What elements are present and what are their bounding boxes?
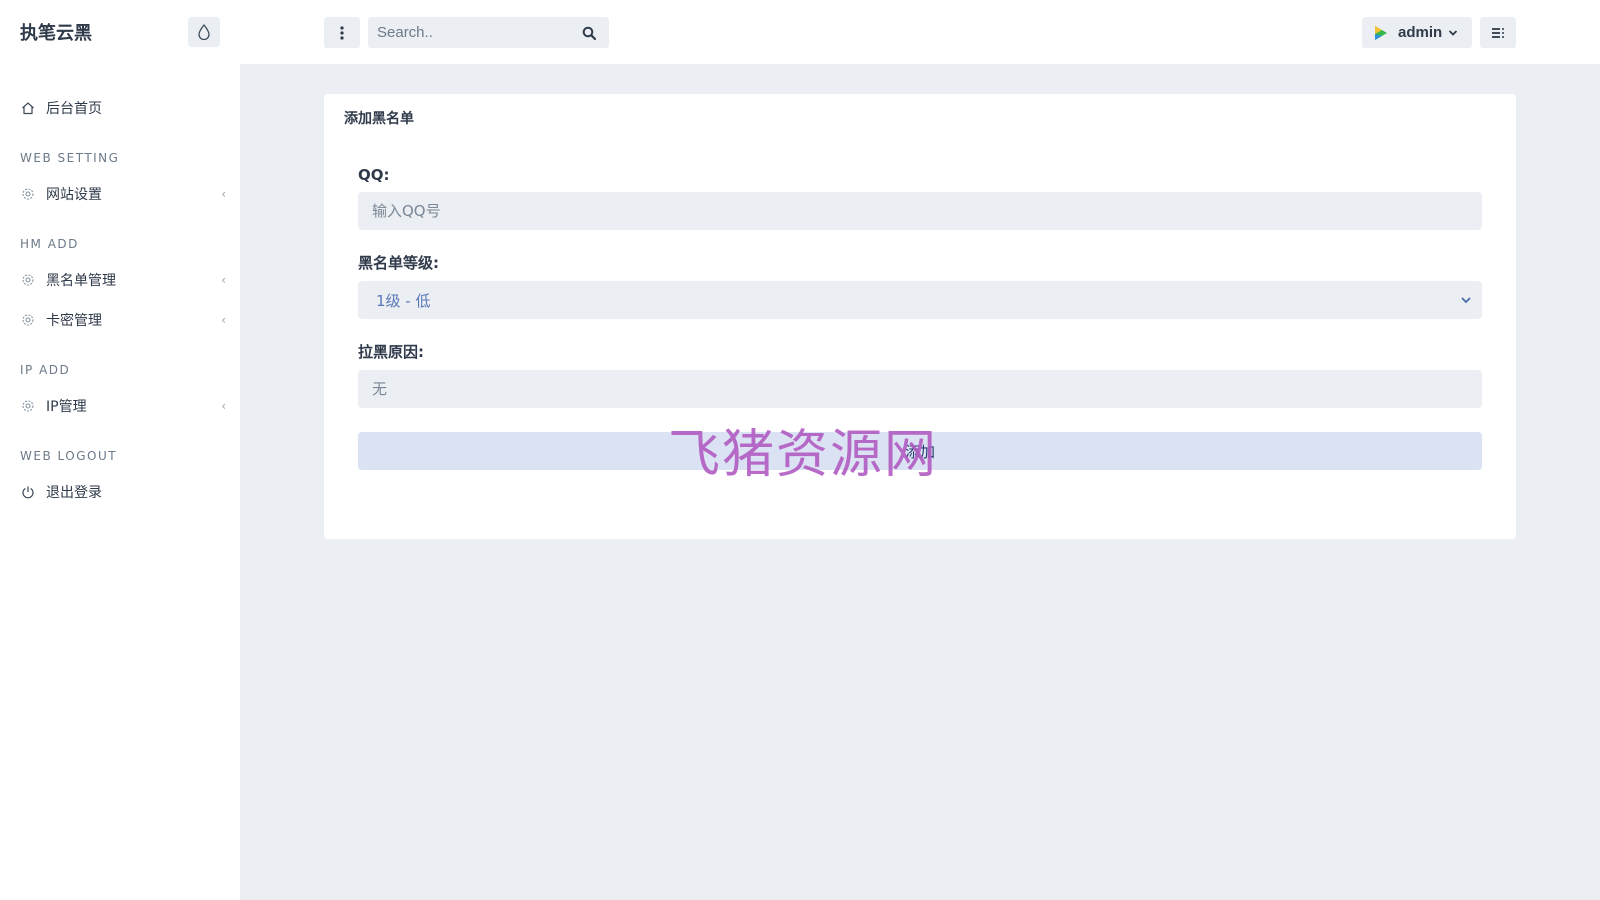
sidebar-heading-web-logout: WEB LOGOUT	[20, 449, 118, 463]
avatar	[1375, 25, 1387, 40]
reason-input[interactable]	[358, 370, 1482, 408]
level-select[interactable]: 1级 - 低	[358, 281, 1482, 319]
card-title: 添加黑名单	[344, 111, 414, 127]
sidebar-item-logout[interactable]: 退出登录	[0, 472, 240, 512]
chevron-down-icon	[1449, 29, 1458, 36]
gear-icon	[20, 272, 36, 288]
level-label: 黑名单等级:	[358, 254, 439, 272]
qq-label: QQ:	[358, 166, 390, 184]
sidebar-item-site-settings[interactable]: 网站设置 ‹	[0, 174, 240, 214]
user-name: admin	[1398, 24, 1443, 41]
theme-toggle-button[interactable]	[188, 17, 220, 47]
sidebar-item-label: 后台首页	[46, 101, 102, 117]
add-blacklist-card: 添加黑名单 QQ: 黑名单等级: 1级 - 低 拉黑原因: 添加	[324, 94, 1516, 539]
add-button[interactable]: 添加	[358, 432, 1482, 470]
add-blacklist-form: QQ: 黑名单等级: 1级 - 低 拉黑原因: 添加	[324, 166, 1516, 470]
level-selected-value: 1级 - 低	[376, 291, 431, 310]
search-icon[interactable]	[573, 26, 605, 40]
gear-icon	[20, 398, 36, 414]
sidebar-item-label: 网站设置	[46, 187, 102, 203]
reason-label: 拉黑原因:	[358, 343, 424, 361]
vertical-dots-icon	[340, 25, 344, 40]
chevron-down-icon	[1461, 297, 1471, 304]
sidebar: 执笔云黑 后台首页 WEB SETTING 网站设置 ‹ HM ADD 黑名单管…	[0, 0, 240, 900]
top-header: admin	[240, 0, 1600, 64]
more-options-button[interactable]	[324, 17, 360, 48]
sidebar-item-home[interactable]: 后台首页	[0, 88, 240, 128]
sidebar-item-ip-management[interactable]: IP管理 ‹	[0, 386, 240, 426]
chevron-left-icon: ‹	[221, 313, 226, 327]
sidebar-item-label: IP管理	[46, 399, 87, 415]
brand-row: 执笔云黑	[0, 0, 240, 64]
sidebar-item-label: 卡密管理	[46, 313, 102, 329]
sidebar-heading-ip-add: IP ADD	[20, 363, 71, 377]
chevron-left-icon: ‹	[221, 187, 226, 201]
sidebar-item-card-keys[interactable]: 卡密管理 ‹	[0, 300, 240, 340]
sidebar-item-blacklist[interactable]: 黑名单管理 ‹	[0, 260, 240, 300]
qq-input[interactable]	[358, 192, 1482, 230]
gear-icon	[20, 186, 36, 202]
sidebar-item-label: 退出登录	[46, 485, 102, 501]
user-menu-button[interactable]: admin	[1362, 17, 1472, 48]
sidebar-nav: 后台首页 WEB SETTING 网站设置 ‹ HM ADD 黑名单管理 ‹ 卡…	[0, 64, 240, 512]
droplet-icon	[198, 24, 210, 40]
chevron-left-icon: ‹	[221, 399, 226, 413]
power-icon	[20, 484, 36, 500]
sidebar-heading-hm-add: HM ADD	[20, 237, 79, 251]
chevron-left-icon: ‹	[221, 273, 226, 287]
sidebar-item-label: 黑名单管理	[46, 273, 116, 289]
brand-title: 执笔云黑	[20, 23, 92, 44]
side-panel-toggle-button[interactable]	[1480, 17, 1516, 48]
list-icon	[1492, 27, 1504, 38]
search-box	[368, 17, 609, 48]
gear-icon	[20, 312, 36, 328]
sidebar-heading-web-setting: WEB SETTING	[20, 151, 120, 165]
home-icon	[20, 100, 36, 116]
search-input[interactable]	[368, 17, 573, 48]
